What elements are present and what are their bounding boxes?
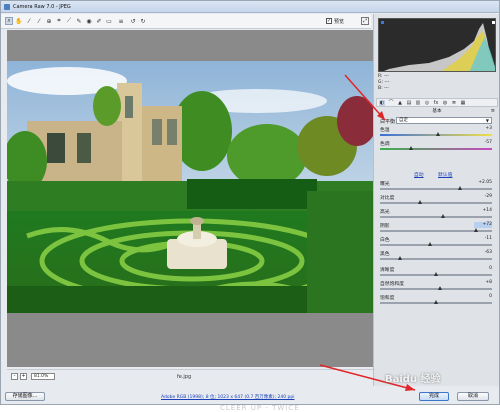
workflow-options-link[interactable]: Adobe RGB (1998); 8 位; 1023 x 647 (0.7 百…	[161, 394, 294, 400]
slider-row: 阴影 +72	[380, 222, 496, 236]
slider-row: 清晰度 0	[380, 266, 496, 280]
slider-track[interactable]	[380, 148, 492, 150]
preview-checkbox[interactable]: ✓	[326, 18, 332, 24]
slider-value-field[interactable]: -29	[474, 194, 492, 200]
slider-thumb[interactable]	[458, 186, 463, 190]
file-name: fe.jpg	[177, 374, 192, 380]
title-bar: Camera Raw 7.0 - JPEG	[1, 1, 499, 13]
preferences-icon[interactable]: ≡	[117, 17, 125, 25]
white-balance-select[interactable]: 自定 ▼	[396, 117, 492, 124]
zoom-out-button[interactable]: -	[11, 373, 18, 380]
white-balance-icon[interactable]: ⁄	[25, 17, 33, 25]
zoom-in-button[interactable]: +	[20, 373, 27, 380]
camera-calibration-tab-icon[interactable]: ◍	[442, 100, 448, 106]
slider-thumb[interactable]	[417, 200, 422, 204]
slider-track[interactable]	[380, 202, 492, 204]
window-title: Camera Raw 7.0 - JPEG	[13, 4, 71, 10]
hand-icon[interactable]: ✋	[15, 17, 23, 25]
slider-label: 白色	[380, 238, 390, 243]
hsl-tab-icon[interactable]: ▤	[406, 100, 412, 106]
cancel-button[interactable]: 取消	[457, 392, 489, 401]
auto-link[interactable]: 自动	[414, 171, 424, 178]
slider-thumb[interactable]	[433, 272, 438, 276]
bottom-caption: CLEER UP - TWICE	[220, 404, 300, 412]
color-sampler-icon[interactable]: ⁄	[35, 17, 43, 25]
straighten-icon[interactable]: ⟋	[65, 17, 73, 25]
effects-tab-icon[interactable]: fx	[433, 100, 439, 106]
toolbar: ⌕ ✋ ⁄ ⁄ ⊕ ⌗ ⟋ ✎ ◉ ✐ ▭ ≡ ↺ ↻ ✓ 预览 ⤢	[1, 14, 371, 29]
chevron-down-icon: ▼	[485, 118, 489, 123]
slider-value-field[interactable]: 0	[474, 294, 492, 300]
slider-value-field[interactable]: 0	[474, 266, 492, 272]
slider-row: 对比度 -29	[380, 194, 496, 208]
rotate-ccw-icon[interactable]: ↺	[129, 17, 137, 25]
slider-value-field[interactable]: -11	[474, 236, 492, 242]
zoom-level-select[interactable]: 81.0%	[31, 373, 55, 380]
watermark-logo: Baidu 经验	[385, 374, 441, 385]
lens-tab-icon[interactable]: ◎	[424, 100, 430, 106]
slider-row: 黑色 -63	[380, 250, 496, 264]
preview-label: 预览	[334, 19, 345, 25]
slider-label: 清晰度	[380, 268, 395, 273]
red-eye-icon[interactable]: ◉	[85, 17, 93, 25]
annotation-arrow-top	[344, 74, 386, 121]
adjustment-brush-icon[interactable]: ✐	[95, 17, 103, 25]
camera-raw-window: Camera Raw 7.0 - JPEG ⌕ ✋ ⁄ ⁄ ⊕ ⌗ ⟋ ✎ ◉ …	[0, 0, 500, 405]
section-title: 基本	[432, 109, 442, 114]
default-link[interactable]: 默认值	[438, 171, 452, 178]
preview-image	[7, 61, 373, 313]
slider-label: 曝光	[380, 182, 390, 187]
slider-value-field[interactable]: -57	[474, 140, 492, 146]
slider-row: 白色 -11	[380, 236, 496, 250]
slider-row: 高光 +14	[380, 208, 496, 222]
slider-label: 色调	[380, 142, 390, 147]
slider-track[interactable]	[380, 188, 492, 190]
slider-track[interactable]	[380, 244, 492, 246]
slider-thumb[interactable]	[397, 256, 402, 260]
slider-row: 自然饱和度 +8	[380, 280, 496, 294]
slider-value-field[interactable]: +2.05	[474, 180, 492, 186]
graduated-filter-icon[interactable]: ▭	[105, 17, 113, 25]
save-image-button[interactable]: 存储图像...	[5, 392, 45, 401]
slider-thumb[interactable]	[437, 286, 442, 290]
slider-value-field[interactable]: +3	[474, 126, 492, 132]
snapshots-tab-icon[interactable]: ▦	[460, 100, 466, 106]
slider-value-field[interactable]: +14	[474, 208, 493, 214]
slider-row: 饱和度 0	[380, 294, 496, 308]
crop-icon[interactable]: ⌗	[55, 17, 63, 25]
slider-row: 曝光 +2.05	[380, 180, 496, 194]
slider-thumb[interactable]	[408, 146, 413, 150]
presets-tab-icon[interactable]: ≣	[451, 100, 457, 106]
slider-value-field[interactable]: -63	[474, 250, 492, 256]
slider-label: 对比度	[380, 196, 395, 201]
histogram	[378, 18, 496, 72]
panel-menu-icon[interactable]: ≡	[491, 108, 495, 115]
slider-label: 阴影	[380, 224, 390, 229]
slider-track[interactable]	[380, 216, 492, 218]
slider-value-field[interactable]: +8	[474, 280, 492, 286]
slider-row: 色调 -57	[380, 140, 496, 154]
zoom-icon[interactable]: ⌕	[5, 17, 13, 25]
split-toning-tab-icon[interactable]: ▥	[415, 100, 421, 106]
slider-thumb[interactable]	[473, 228, 478, 232]
slider-label: 饱和度	[380, 296, 395, 301]
spot-removal-icon[interactable]: ✎	[75, 17, 83, 25]
rotate-cw-icon[interactable]: ↻	[139, 17, 147, 25]
white-balance-value: 自定	[399, 118, 408, 123]
auto-default-links: 自动 默认值	[380, 171, 496, 178]
target-adjust-icon[interactable]: ⊕	[45, 17, 53, 25]
slider-thumb[interactable]	[427, 242, 432, 246]
slider-thumb[interactable]	[433, 300, 438, 304]
slider-label: 自然饱和度	[380, 282, 404, 287]
slider-label: 高光	[380, 210, 390, 215]
slider-thumb[interactable]	[441, 214, 446, 218]
slider-label: 黑色	[380, 252, 390, 257]
app-icon	[4, 4, 10, 10]
slider-track[interactable]	[380, 288, 492, 290]
fullscreen-icon[interactable]: ⤢	[361, 17, 369, 25]
slider-thumb[interactable]	[435, 132, 440, 136]
